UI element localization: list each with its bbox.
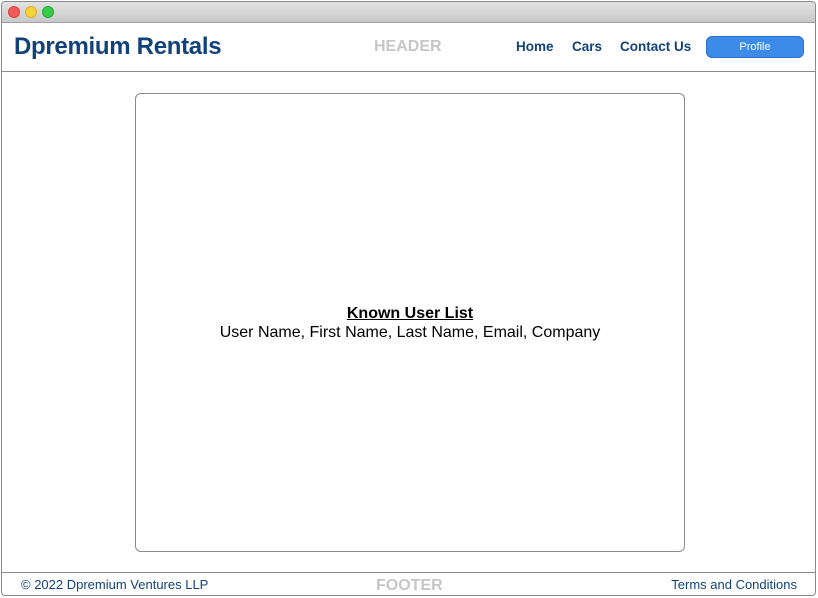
nav-contact-link[interactable]: Contact Us — [620, 39, 691, 54]
terms-link[interactable]: Terms and Conditions — [671, 577, 797, 592]
user-list-title: Known User List — [346, 305, 474, 322]
site-footer: © 2022 Dpremium Ventures LLP FOOTER Term… — [2, 572, 815, 595]
close-window-button[interactable] — [8, 6, 20, 18]
footer-region-label: FOOTER — [376, 577, 443, 594]
header-region-label: HEADER — [374, 38, 442, 55]
site-brand[interactable]: Dpremium Rentals — [14, 33, 222, 61]
user-list-content: Known User List User Name, First Name, L… — [136, 304, 684, 342]
user-list-panel: Known User List User Name, First Name, L… — [135, 93, 685, 552]
minimize-window-button[interactable] — [25, 6, 37, 18]
footer-copyright: © 2022 Dpremium Ventures LLP — [21, 577, 209, 592]
maximize-window-button[interactable] — [42, 6, 54, 18]
profile-button[interactable]: Profile — [706, 36, 804, 58]
browser-window: Dpremium Rentals HEADER Home Cars Contac… — [1, 1, 816, 596]
user-list-fields: User Name, First Name, Last Name, Email,… — [219, 324, 601, 341]
window-titlebar — [2, 2, 815, 23]
site-header: Dpremium Rentals HEADER Home Cars Contac… — [2, 23, 815, 72]
nav-home-link[interactable]: Home — [516, 39, 554, 54]
nav-cars-link[interactable]: Cars — [572, 39, 602, 54]
